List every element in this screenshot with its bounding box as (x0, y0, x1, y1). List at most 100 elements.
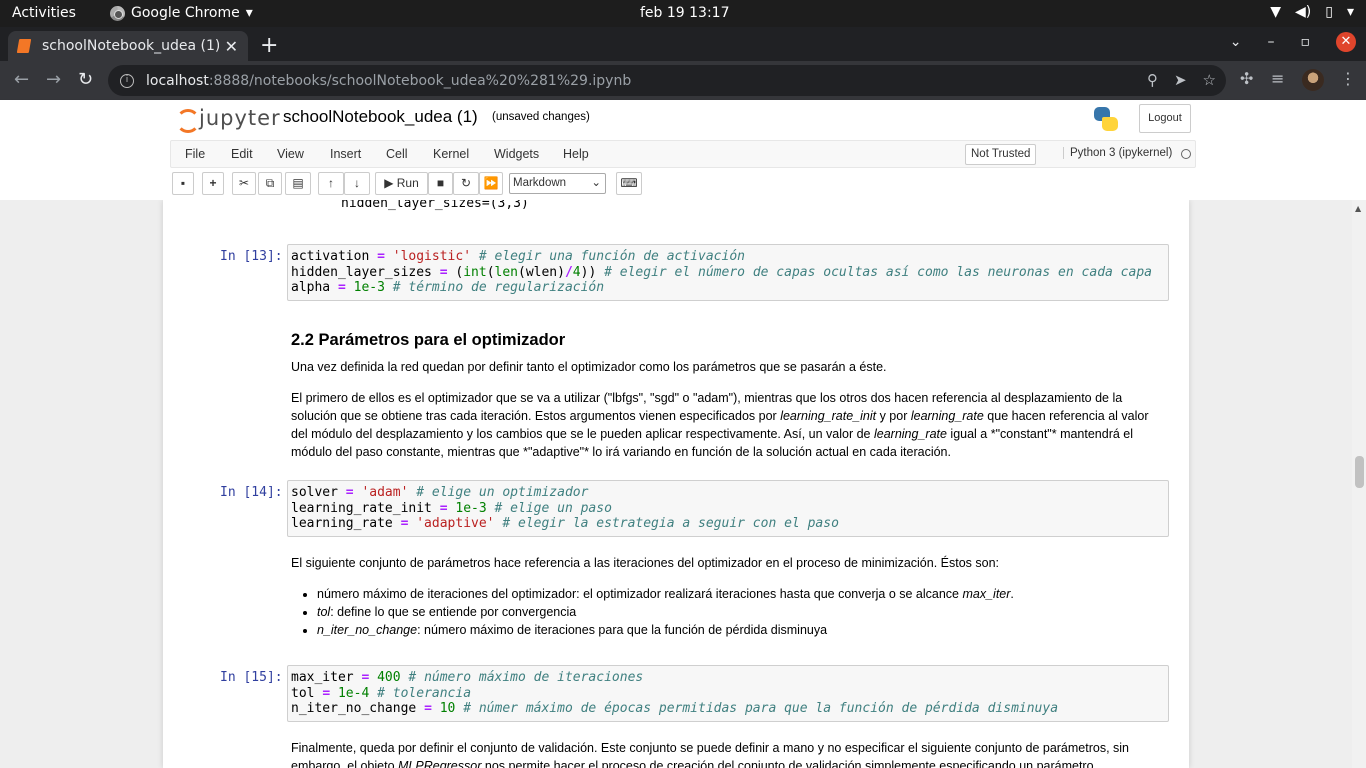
new-tab-button[interactable]: + (260, 33, 278, 58)
markdown-cell-params[interactable]: 2.2 Parámetros para el optimizador Una v… (291, 331, 1161, 461)
text-run: número máximo de iteraciones del optimiz… (317, 587, 963, 601)
power-menu-icon: ▾ (1346, 4, 1354, 20)
iteration-params-list: número máximo de iteraciones del optimiz… (291, 585, 1161, 639)
bookmark-star-icon[interactable]: ☆ (1203, 71, 1216, 89)
media-playlist-icon[interactable]: ≡ (1271, 69, 1284, 88)
minimize-icon[interactable]: – (1268, 34, 1275, 50)
run-all-icon[interactable]: ⏩ (479, 172, 503, 195)
tab-search-icon[interactable]: ⌄ (1230, 34, 1242, 50)
browser-tab[interactable]: schoolNotebook_udea (1) ✕ (8, 31, 248, 61)
text-run: 10 (439, 701, 456, 716)
python-logo-icon (1094, 107, 1118, 131)
maximize-icon[interactable]: ▫ (1301, 34, 1311, 50)
text-run (385, 249, 393, 264)
insert-cell-icon[interactable]: + (202, 172, 224, 195)
menu-file[interactable]: File (185, 147, 205, 161)
clock[interactable]: feb 19 13:17 (640, 5, 730, 21)
address-bar[interactable]: i localhost:8888/notebooks/schoolNoteboo… (108, 65, 1226, 96)
text-run: # elegir el número de capas ocultas así … (604, 264, 1152, 280)
paste-icon[interactable]: ▤ (285, 172, 311, 195)
save-icon[interactable]: ▪ (172, 172, 194, 195)
jupyter-logo-text: jupyter (199, 106, 281, 130)
run-label: Run (396, 176, 419, 190)
scroll-up-icon[interactable]: ▲ (1355, 204, 1361, 213)
cut-icon[interactable]: ✂ (232, 172, 256, 195)
text-run (487, 501, 495, 516)
extensions-icon[interactable]: ✣ (1240, 69, 1253, 88)
back-icon[interactable]: ← (14, 69, 29, 90)
url-host: localhost (146, 72, 209, 89)
text-run: int (463, 264, 487, 280)
text-run: # elegir una función de activación (478, 249, 745, 264)
chrome-menu-icon[interactable]: ⋮ (1340, 69, 1356, 88)
cell-type-select[interactable]: Markdown ⌄ (509, 173, 606, 194)
text-run: ( (486, 264, 495, 280)
zoom-icon[interactable]: ⚲ (1147, 71, 1158, 89)
menu-edit[interactable]: Edit (231, 147, 253, 161)
command-palette-icon[interactable]: ⌨ (616, 172, 642, 195)
menu-widgets[interactable]: Widgets (494, 147, 539, 161)
notebook-favicon-icon (16, 39, 32, 53)
reload-icon[interactable]: ↻ (78, 69, 93, 90)
send-icon[interactable]: ➤ (1174, 71, 1187, 89)
system-tray[interactable]: ▼ ◀) ▯ ▾ (1270, 4, 1354, 20)
text-run (596, 265, 604, 280)
move-up-icon[interactable]: ↑ (318, 172, 344, 195)
app-menu[interactable]: Google Chrome ▾ (110, 5, 253, 21)
move-down-icon[interactable]: ↓ (344, 172, 370, 195)
code-cell-14[interactable]: solver = 'adam' # elige un optimizador le… (287, 480, 1169, 537)
scrollbar-thumb[interactable] (1355, 456, 1364, 488)
trust-button[interactable]: Not Trusted (965, 144, 1037, 165)
emphasis-text: max_iter (962, 587, 1011, 601)
restart-icon[interactable]: ↻ (453, 172, 479, 195)
text-run (385, 280, 393, 295)
battery-icon: ▯ (1325, 4, 1333, 20)
menu-view[interactable]: View (277, 147, 304, 161)
notebook-area: hidden_layer_sizes=(3,3) In [13]: activa… (0, 200, 1352, 768)
code-line: learning_rate = 'adaptive' # elegir la e… (291, 516, 1165, 532)
kernel-idle-icon (1181, 149, 1191, 159)
text-run: alpha (291, 280, 338, 295)
text-run: n_iter_no_change (291, 701, 425, 716)
wifi-icon: ▼ (1270, 4, 1282, 20)
run-button[interactable]: ▶ Run (375, 172, 428, 195)
text-run: = (439, 500, 448, 516)
menu-help[interactable]: Help (563, 147, 589, 161)
menu-kernel[interactable]: Kernel (433, 147, 469, 161)
kernel-name[interactable]: Python 3 (ipykernel) (1063, 147, 1172, 159)
cell-type-value: Markdown (513, 177, 567, 189)
code-line: learning_rate_init = 1e-3 # elige un pas… (291, 501, 1165, 517)
logout-button[interactable]: Logout (1139, 104, 1191, 133)
text-run: . (1010, 587, 1014, 601)
menu-insert[interactable]: Insert (330, 147, 361, 161)
page-scrollbar[interactable]: ▲ (1352, 200, 1366, 768)
jupyter-logo[interactable]: jupyter (175, 106, 281, 133)
site-info-icon[interactable]: i (120, 73, 134, 88)
notebook-menubar: File Edit View Insert Cell Kernel Widget… (170, 140, 1196, 168)
menu-cell[interactable]: Cell (386, 147, 408, 161)
text-run: # elige un paso (494, 500, 612, 516)
profile-avatar[interactable] (1302, 69, 1324, 91)
cell-prompt: In [15]: (220, 670, 283, 685)
copy-icon[interactable]: ⧉ (258, 172, 282, 195)
close-window-icon[interactable]: ✕ (1336, 32, 1356, 52)
activities-button[interactable]: Activities (12, 5, 76, 21)
markdown-cell-validation[interactable]: Finalmente, queda por definir el conjunt… (291, 739, 1161, 768)
text-run: hidden_layer_sizes (291, 264, 440, 280)
jupyter-header: jupyter schoolNotebook_udea (1) (unsaved… (0, 100, 1366, 200)
close-tab-icon[interactable]: ✕ (225, 37, 238, 56)
notebook-name[interactable]: schoolNotebook_udea (1) (283, 107, 478, 127)
save-status: (unsaved changes) (492, 111, 590, 123)
text-run: = (377, 249, 385, 264)
interrupt-icon[interactable]: ■ (428, 172, 453, 195)
code-line: max_iter = 400 # número máximo de iterac… (291, 670, 1165, 686)
code-cell-15[interactable]: max_iter = 400 # número máximo de iterac… (287, 665, 1169, 722)
cell-prompt: In [14]: (220, 485, 283, 500)
emphasis-text: n_iter_no_change (317, 623, 418, 637)
forward-icon[interactable]: → (46, 69, 61, 90)
code-line: n_iter_no_change = 10 # númer máximo de … (291, 701, 1165, 717)
markdown-cell-iterations[interactable]: El siguiente conjunto de parámetros hace… (291, 554, 1161, 639)
code-cell-13[interactable]: activation = 'logistic' # elegir una fun… (287, 244, 1169, 301)
url-path: :8888/notebooks/schoolNotebook_udea%20%2… (208, 72, 632, 89)
jupyter-logo-icon (175, 107, 200, 133)
